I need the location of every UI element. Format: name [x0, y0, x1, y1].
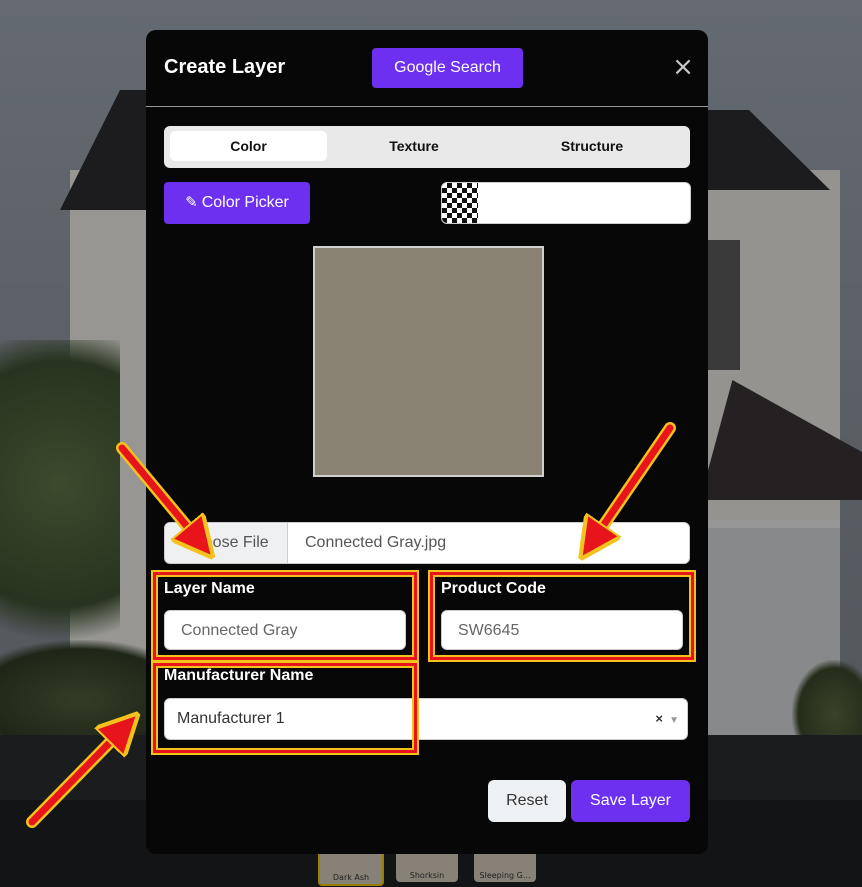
- header-divider: [146, 106, 708, 107]
- close-icon[interactable]: ×: [668, 52, 698, 82]
- file-input[interactable]: Choose File Connected Gray.jpg: [164, 522, 690, 564]
- highlight-box-manufacturer: [153, 663, 417, 753]
- pencil-icon: ✎: [185, 194, 198, 211]
- tab-color[interactable]: Color: [170, 131, 327, 161]
- color-picker-button[interactable]: ✎ Color Picker: [164, 182, 310, 224]
- color-value-input[interactable]: [441, 182, 691, 224]
- save-layer-button[interactable]: Save Layer: [571, 780, 690, 822]
- file-name: Connected Gray.jpg: [305, 534, 447, 551]
- highlight-box-product-code: [430, 572, 694, 660]
- color-picker-label: Color Picker: [201, 194, 289, 211]
- reset-button[interactable]: Reset: [488, 780, 566, 822]
- choose-file-button[interactable]: Choose File: [165, 523, 288, 563]
- tab-texture[interactable]: Texture: [336, 131, 492, 161]
- color-swatch-preview: [313, 246, 544, 477]
- clear-icon[interactable]: ×: [655, 699, 663, 739]
- google-search-button[interactable]: Google Search: [372, 48, 523, 88]
- highlight-box-layer-name: [153, 572, 417, 660]
- tab-structure[interactable]: Structure: [504, 131, 680, 161]
- transparency-checker-icon: [442, 183, 478, 223]
- chevron-down-icon[interactable]: ▼: [669, 701, 679, 741]
- modal-title: Create Layer: [164, 56, 286, 78]
- tab-bar: Color Texture Structure: [164, 126, 690, 168]
